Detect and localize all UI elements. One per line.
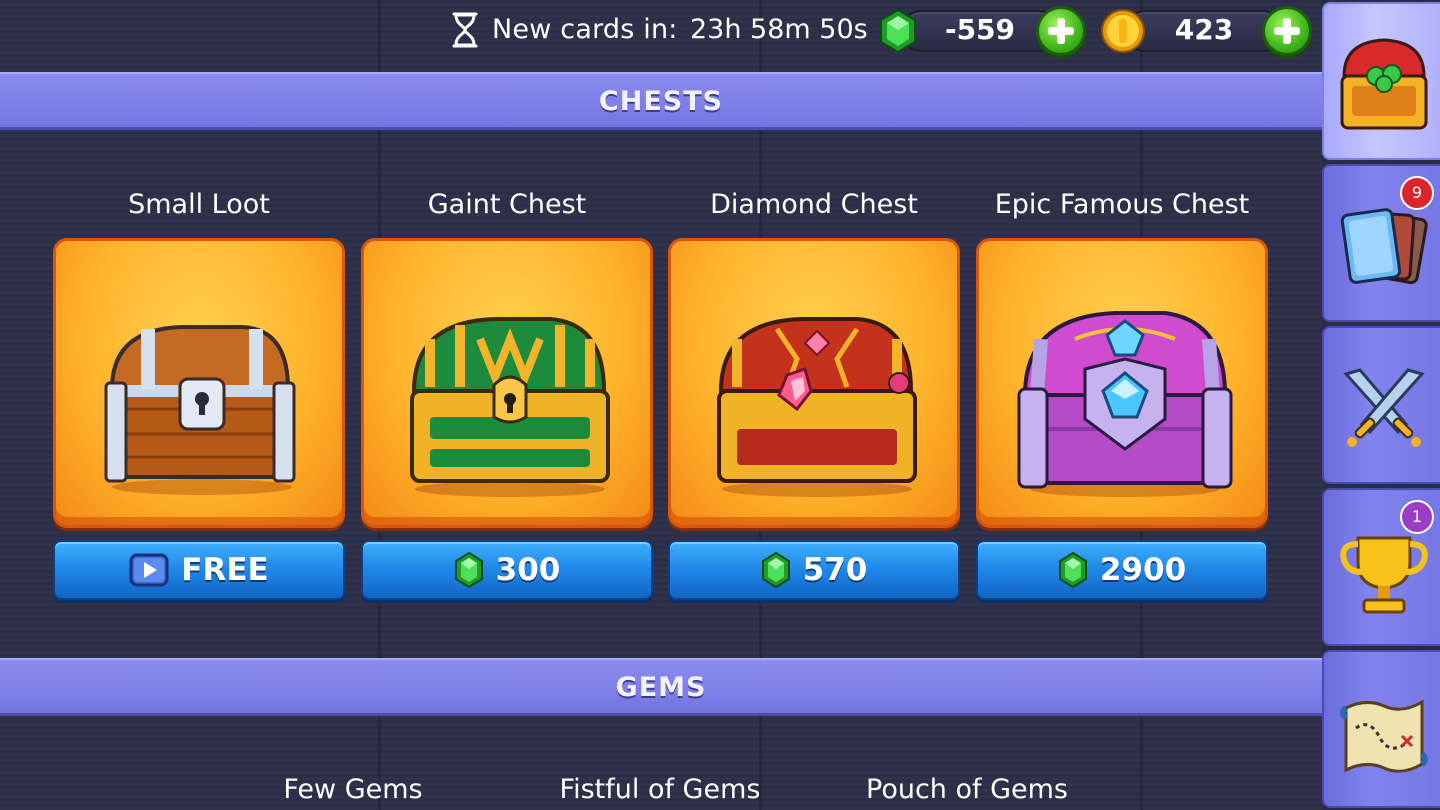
treasure-map-icon — [1340, 699, 1428, 773]
chest-title: Small Loot — [128, 189, 270, 220]
sidebar-tab-trophies[interactable]: 1 — [1322, 488, 1440, 646]
gem-pack-title-few-gems[interactable]: Few Gems — [207, 774, 499, 805]
chest-image-frame[interactable] — [976, 238, 1268, 528]
add-coins-button[interactable] — [1262, 6, 1312, 56]
sidebar-tab-shop[interactable] — [1322, 2, 1440, 160]
buy-epic-famous-chest-button[interactable]: 2900 — [976, 540, 1268, 600]
hourglass-icon — [452, 12, 478, 48]
chest-image-frame[interactable] — [361, 238, 653, 528]
trophies-notification-badge: 1 — [1400, 500, 1434, 534]
chest-title: Diamond Chest — [710, 189, 918, 220]
chests-section-header: CHESTS — [0, 72, 1322, 130]
cards-notification-badge: 9 — [1400, 176, 1434, 210]
top-bar: New cards in: 23h 58m 50s -559 423 — [0, 0, 1322, 66]
crossed-swords-icon — [1343, 368, 1425, 447]
green-gold-chest-icon — [410, 317, 610, 497]
chest-title: Epic Famous Chest — [994, 189, 1250, 220]
gem-icon — [1058, 552, 1087, 588]
price-label: FREE — [181, 552, 269, 588]
price-label: 300 — [495, 552, 561, 588]
gems-section-header: GEMS — [0, 658, 1322, 716]
new-cards-timer: 23h 58m 50s — [690, 14, 868, 45]
chests-section-title: CHESTS — [598, 86, 724, 117]
chest-image-frame[interactable] — [53, 238, 345, 528]
coins-value: 423 — [1174, 13, 1234, 46]
coin-icon — [1101, 9, 1145, 53]
price-label: 2900 — [1099, 552, 1187, 588]
buy-gaint-chest-button[interactable]: 300 — [361, 540, 653, 600]
chest-image-frame[interactable] — [668, 238, 960, 528]
gem-pack-title-fistful-of-gems[interactable]: Fistful of Gems — [514, 774, 806, 805]
buy-small-loot-button[interactable]: FREE — [53, 540, 345, 600]
play-video-icon — [129, 553, 169, 587]
sidebar-nav: 9 1 — [1322, 0, 1440, 810]
wooden-chest-icon — [104, 325, 296, 495]
gem-pack-title-pouch-of-gems[interactable]: Pouch of Gems — [821, 774, 1113, 805]
chest-card-gaint-chest[interactable]: Gaint Chest 300 — [361, 189, 653, 600]
gem-icon — [880, 8, 916, 54]
add-gems-button[interactable] — [1036, 6, 1086, 56]
chest-card-epic-famous-chest[interactable]: Epic Famous Chest 2900 — [976, 189, 1268, 600]
price-label: 570 — [802, 552, 868, 588]
gems-section-title: GEMS — [615, 672, 707, 703]
buy-diamond-chest-button[interactable]: 570 — [668, 540, 960, 600]
gem-icon — [454, 552, 483, 588]
gem-icon — [761, 552, 790, 588]
treasure-chest-icon — [1340, 38, 1428, 130]
sidebar-tab-map[interactable] — [1322, 650, 1440, 808]
sidebar-tab-battle[interactable] — [1322, 326, 1440, 484]
chest-title: Gaint Chest — [427, 189, 587, 220]
sidebar-tab-cards[interactable]: 9 — [1322, 164, 1440, 322]
chest-card-small-loot[interactable]: Small Loot FREE — [53, 189, 345, 600]
chest-card-diamond-chest[interactable]: Diamond Chest 570 — [668, 189, 960, 600]
new-cards-label: New cards in: — [492, 14, 678, 45]
purple-chest-icon — [1017, 311, 1233, 497]
red-gold-chest-icon — [717, 317, 917, 497]
gems-value: -559 — [944, 13, 1016, 46]
